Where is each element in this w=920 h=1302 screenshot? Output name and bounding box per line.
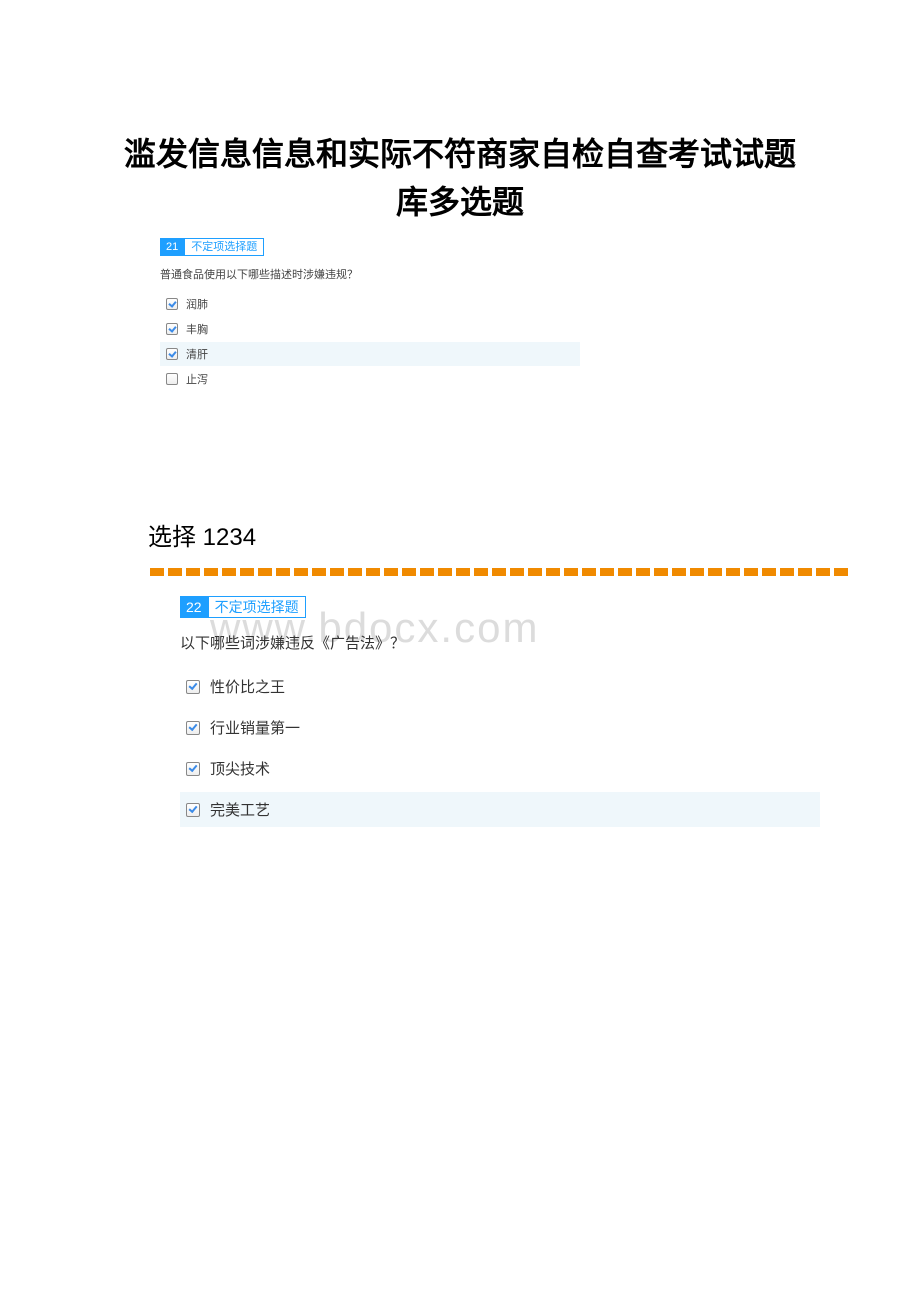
option-label: 性价比之王 [210,676,285,697]
option-row[interactable]: 性价比之王 [180,669,820,704]
option-label: 丰胸 [186,321,208,337]
checkbox-icon[interactable] [166,373,178,385]
checkbox-icon[interactable] [186,803,200,817]
option-row[interactable]: 清肝 [160,342,580,366]
option-row[interactable]: 完美工艺 [180,792,820,827]
answer-hint: 选择 1234 [148,517,920,552]
checkbox-icon[interactable] [166,323,178,335]
option-row[interactable]: 润肺 [160,292,580,316]
question-number: 22 [180,596,208,618]
option-label: 顶尖技术 [210,758,270,779]
option-label: 止泻 [186,371,208,387]
question-header: 21 不定项选择题 [160,238,580,256]
question-type-label: 不定项选择题 [208,596,306,618]
option-label: 润肺 [186,296,208,312]
checkbox-icon[interactable] [166,298,178,310]
option-row[interactable]: 丰胸 [160,317,580,341]
option-label: 完美工艺 [210,799,270,820]
option-label: 行业销量第一 [210,717,300,738]
checkbox-icon[interactable] [186,762,200,776]
question-number: 21 [160,238,184,256]
question-header: 22 不定项选择题 [180,596,820,618]
page-title: 滥发信息信息和实际不符商家自检自查考试试题库多选题 [0,0,920,226]
option-row[interactable]: 止泻 [160,367,580,391]
checkbox-icon[interactable] [186,680,200,694]
checkbox-icon[interactable] [186,721,200,735]
question-block-21: 21 不定项选择题 普通食品使用以下哪些描述时涉嫌违规？ 润肺 丰胸 清肝 止泻 [160,238,580,391]
question-type-label: 不定项选择题 [184,238,264,256]
option-row[interactable]: 顶尖技术 [180,751,820,786]
option-label: 清肝 [186,346,208,362]
question-block-22: 22 不定项选择题 以下哪些词涉嫌违反《广告法》？ 性价比之王 行业销量第一 顶… [180,596,820,827]
options-list: 性价比之王 行业销量第一 顶尖技术 完美工艺 [180,669,820,827]
question-text: 以下哪些词涉嫌违反《广告法》？ [180,632,820,653]
divider-line [150,568,850,576]
option-row[interactable]: 行业销量第一 [180,710,820,745]
options-list: 润肺 丰胸 清肝 止泻 [160,292,580,391]
checkbox-icon[interactable] [166,348,178,360]
question-text: 普通食品使用以下哪些描述时涉嫌违规？ [160,266,580,282]
